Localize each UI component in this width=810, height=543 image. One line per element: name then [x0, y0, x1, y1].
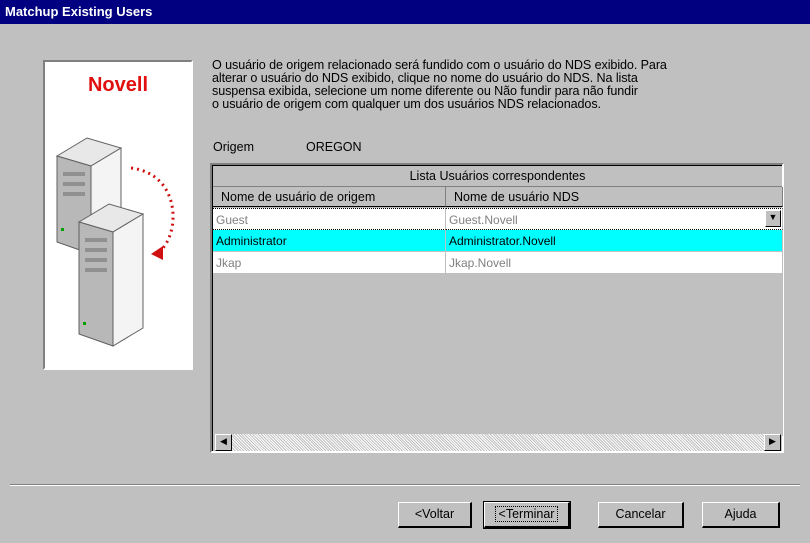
column-header-nds[interactable]: Nome de usuário NDS: [446, 187, 783, 207]
grid-caption: Lista Usuários correspondentes: [213, 166, 782, 187]
source-user-cell[interactable]: Administrator: [213, 230, 446, 252]
horizontal-scrollbar[interactable]: ◀ ▶: [215, 434, 781, 451]
instructions-text: O usuário de origem relacionado será fun…: [212, 59, 797, 111]
window-title: Matchup Existing Users: [0, 0, 810, 24]
novell-logo: Novell: [87, 74, 149, 96]
table-row[interactable]: Administrator Administrator.Novell: [213, 230, 783, 252]
scroll-left-arrow-icon[interactable]: ◀: [215, 434, 232, 451]
wizard-illustration-panel: Novell: [43, 60, 193, 370]
server-migration-icon: [55, 137, 175, 347]
help-button[interactable]: Ajuda: [702, 502, 780, 528]
matching-users-grid[interactable]: Lista Usuários correspondentes Nome de u…: [210, 163, 784, 453]
scroll-right-arrow-icon[interactable]: ▶: [764, 434, 781, 451]
back-button[interactable]: <Voltar: [398, 502, 472, 528]
grid-rows: Guest Guest.Novell ▼ Administrator Admin…: [213, 208, 783, 436]
origin-value: OREGON: [306, 140, 362, 154]
instructions-line: o usuário de origem com qualquer um dos …: [212, 97, 601, 111]
finish-button-label: <Terminar: [494, 506, 559, 522]
nds-user-cell[interactable]: Administrator.Novell: [446, 230, 783, 252]
nds-user-cell[interactable]: Guest.Novell: [446, 208, 783, 230]
column-header-source[interactable]: Nome de usuário de origem: [213, 187, 446, 207]
nds-user-cell[interactable]: Jkap.Novell: [446, 252, 783, 274]
origin-label: Origem: [213, 140, 254, 154]
finish-button[interactable]: <Terminar: [483, 501, 571, 529]
dropdown-arrow-icon[interactable]: ▼: [765, 210, 781, 227]
button-separator: [10, 484, 800, 486]
table-row[interactable]: Guest Guest.Novell ▼: [213, 208, 783, 230]
source-user-cell[interactable]: Guest: [213, 208, 446, 230]
source-user-cell[interactable]: Jkap: [213, 252, 446, 274]
table-row[interactable]: Jkap Jkap.Novell: [213, 252, 783, 274]
cancel-button[interactable]: Cancelar: [598, 502, 684, 528]
